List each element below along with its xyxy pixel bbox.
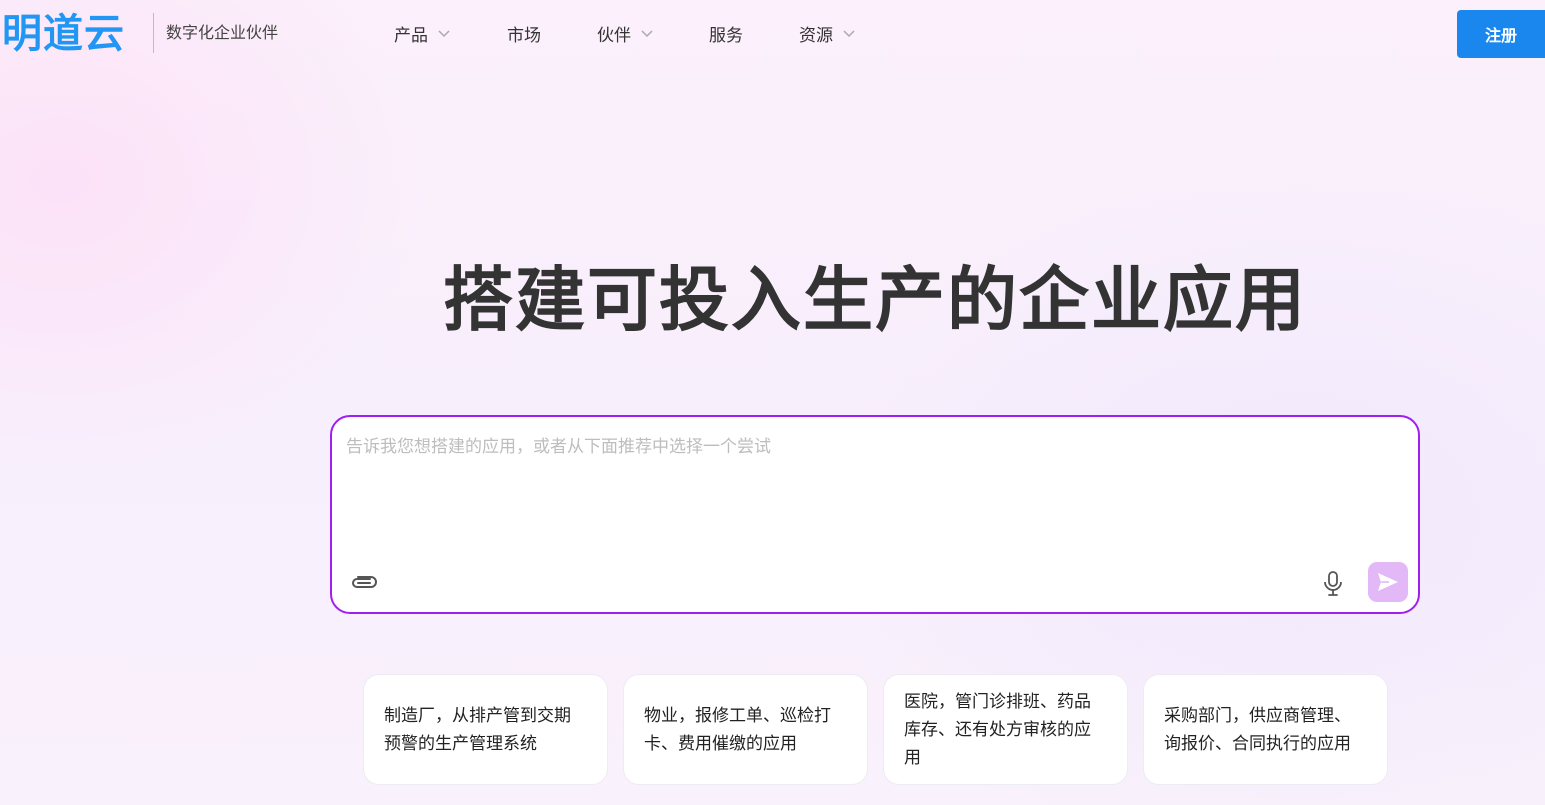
chevron-down-icon: [641, 30, 653, 38]
hero-title: 搭建可投入生产的企业应用: [443, 259, 1307, 341]
nav-item-products[interactable]: 产品: [394, 20, 450, 46]
nav-item-market[interactable]: 市场: [507, 20, 541, 46]
suggestion-card-property[interactable]: 物业，报修工单、巡检打卡、费用催缴的应用: [623, 674, 868, 785]
send-button[interactable]: [1368, 562, 1408, 602]
logo-divider: [153, 13, 154, 53]
suggestion-text: 医院，管门诊排班、药品库存、还有处方审核的应用: [904, 691, 1091, 768]
site-header: 明道云 数字化企业伙伴 产品 市场 伙伴 服务 资源 注册: [0, 0, 1545, 66]
nav-item-label: 伙伴: [597, 25, 631, 46]
suggestion-text: 采购部门，供应商管理、询报价、合同执行的应用: [1164, 705, 1351, 754]
nav-item-partners[interactable]: 伙伴: [597, 20, 653, 46]
prompt-box: [330, 415, 1420, 614]
brand-logo[interactable]: 明道云: [2, 8, 125, 60]
suggestion-card-hospital[interactable]: 医院，管门诊排班、药品库存、还有处方审核的应用: [883, 674, 1128, 785]
nav-item-resources[interactable]: 资源: [799, 20, 855, 46]
suggestion-text: 物业，报修工单、巡检打卡、费用催缴的应用: [644, 705, 831, 754]
suggestion-cards: 制造厂，从排产管到交期预警的生产管理系统 物业，报修工单、巡检打卡、费用催缴的应…: [363, 674, 1393, 785]
register-button[interactable]: 注册: [1457, 10, 1545, 58]
microphone-icon[interactable]: [1322, 571, 1344, 597]
chevron-down-icon: [843, 30, 855, 38]
suggestion-card-manufacturing[interactable]: 制造厂，从排产管到交期预警的生产管理系统: [363, 674, 608, 785]
nav-item-label: 市场: [507, 25, 541, 46]
suggestion-card-procurement[interactable]: 采购部门，供应商管理、询报价、合同执行的应用: [1143, 674, 1388, 785]
nav-item-label: 服务: [709, 25, 743, 46]
nav-item-label: 资源: [799, 25, 833, 46]
brand-tagline: 数字化企业伙伴: [166, 23, 279, 42]
send-icon: [1378, 573, 1398, 591]
nav-item-services[interactable]: 服务: [709, 20, 743, 46]
prompt-input[interactable]: [346, 435, 1346, 459]
paperclip-icon[interactable]: [348, 572, 378, 594]
chevron-down-icon: [438, 30, 450, 38]
nav-item-label: 产品: [394, 25, 428, 46]
suggestion-text: 制造厂，从排产管到交期预警的生产管理系统: [384, 705, 571, 754]
